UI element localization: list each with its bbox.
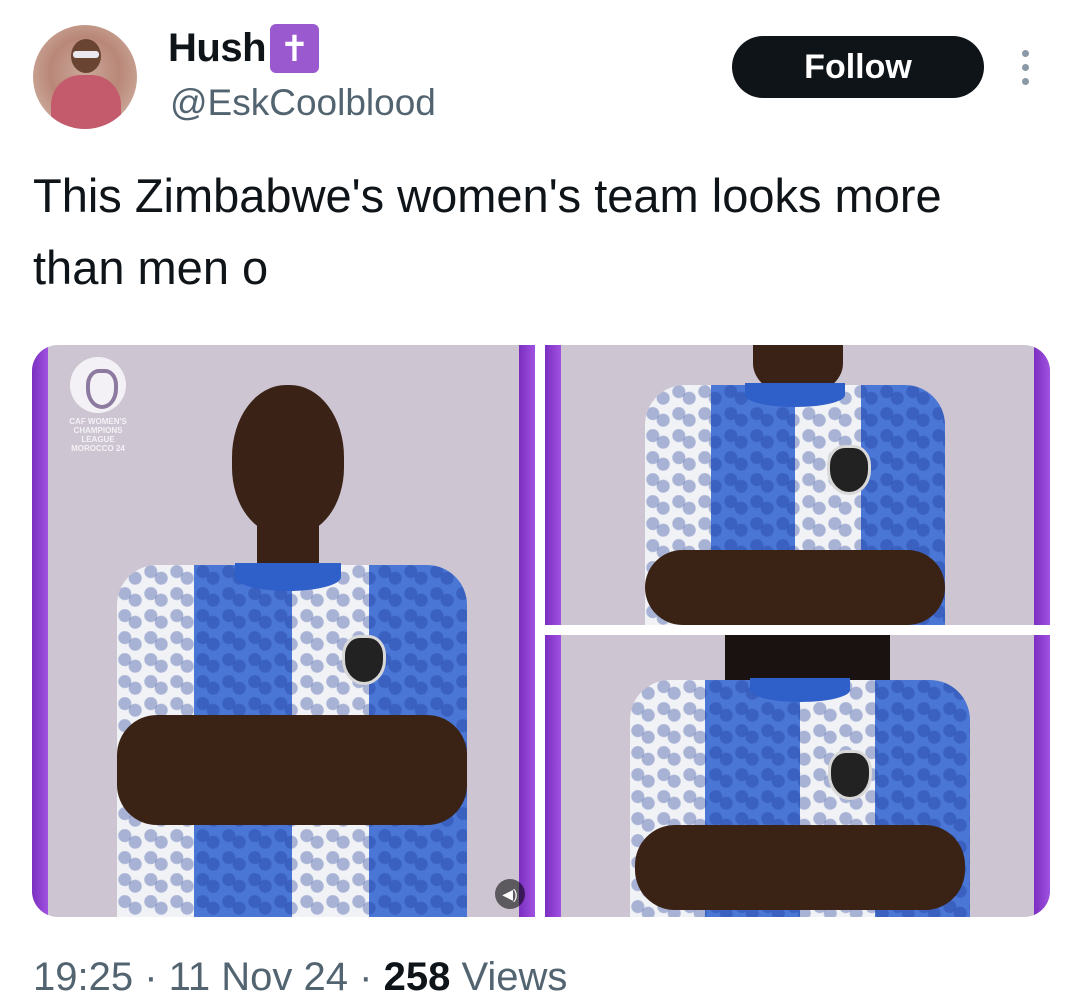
tweet-meta: 19:25 · 11 Nov 24 · 258 Views bbox=[33, 955, 567, 1000]
tweet-time[interactable]: 19:25 bbox=[33, 955, 133, 999]
meta-separator: · bbox=[348, 955, 384, 999]
crossed-arms bbox=[645, 550, 945, 625]
player-figure bbox=[117, 385, 467, 917]
club-badge bbox=[827, 445, 871, 495]
follow-button[interactable]: Follow bbox=[732, 36, 984, 98]
jersey-collar bbox=[750, 678, 850, 702]
club-badge bbox=[828, 750, 872, 800]
crossed-arms bbox=[117, 715, 467, 825]
tweet-text: This Zimbabwe's women's team looks more … bbox=[33, 169, 942, 294]
name-row: Hush ✝ bbox=[168, 24, 319, 73]
more-options-icon[interactable] bbox=[1012, 50, 1038, 90]
avatar-glasses bbox=[73, 51, 99, 58]
avatar-body bbox=[51, 75, 121, 129]
jersey-collar bbox=[745, 383, 845, 407]
media-photo-1[interactable]: CAF WOMEN'S CHAMPIONS LEAGUE MOROCCO 24 … bbox=[32, 345, 535, 917]
player-figure bbox=[630, 635, 970, 917]
display-name[interactable]: Hush bbox=[168, 26, 267, 71]
media-photo-2[interactable] bbox=[545, 345, 1050, 625]
player-figure bbox=[645, 345, 945, 625]
player-head bbox=[232, 385, 344, 535]
purple-stripe bbox=[545, 345, 561, 625]
user-handle[interactable]: @EskCoolblood bbox=[170, 82, 436, 124]
jersey-collar bbox=[235, 563, 341, 591]
avatar[interactable] bbox=[33, 25, 137, 129]
crossed-arms bbox=[635, 825, 965, 910]
audio-icon[interactable]: ◀) bbox=[495, 879, 525, 909]
views-label: Views bbox=[450, 955, 568, 999]
meta-separator: · bbox=[133, 955, 169, 999]
views-count: 258 bbox=[383, 955, 451, 999]
purple-stripe bbox=[1034, 635, 1050, 917]
club-badge bbox=[342, 635, 386, 685]
tweet-date[interactable]: 11 Nov 24 bbox=[169, 955, 348, 999]
purple-stripe bbox=[519, 345, 535, 917]
purple-stripe bbox=[32, 345, 48, 917]
media-grid: CAF WOMEN'S CHAMPIONS LEAGUE MOROCCO 24 … bbox=[32, 345, 1050, 917]
purple-stripe bbox=[545, 635, 561, 917]
purple-stripe bbox=[1034, 345, 1050, 625]
media-photo-3[interactable] bbox=[545, 635, 1050, 917]
cross-badge-icon: ✝ bbox=[270, 24, 319, 73]
tweet: Hush ✝ @EskCoolblood Follow This Zimbabw… bbox=[0, 0, 1080, 1006]
